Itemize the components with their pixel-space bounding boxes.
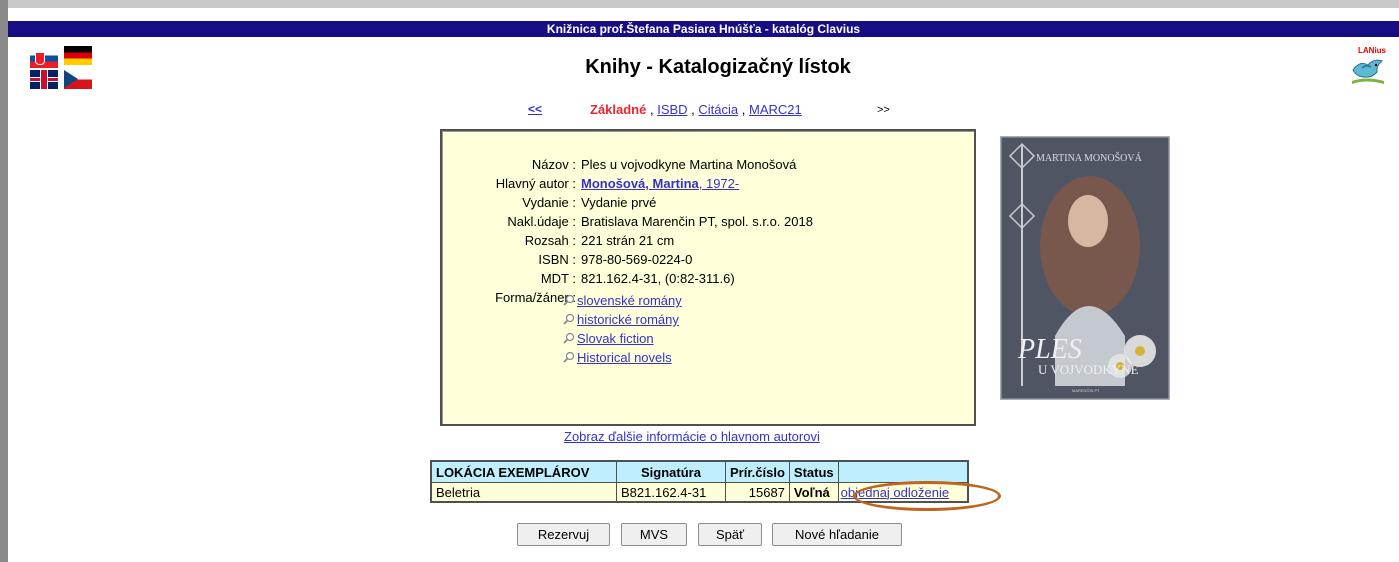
- library-title: Knižnica prof.Štefana Pasiara Hnúšťa - k…: [546, 22, 861, 36]
- book-cover-art: MARTINA MONOŠOVÁ PLES U VOJVODKYNE MAREN…: [998, 134, 1172, 402]
- signature-cell: B821.162.4-31: [616, 482, 726, 503]
- col-accession: Prír.číslo: [725, 460, 790, 483]
- field-mdt: MDT : 821.162.4-31, (0:82-311.6): [540, 271, 735, 286]
- field-label: Vydanie: [522, 195, 569, 210]
- field-label: MDT: [540, 271, 569, 286]
- location-cell: Beletria: [430, 482, 617, 503]
- genre-item: historické romány: [442, 310, 972, 329]
- author-years-link[interactable]: , 1972-: [699, 176, 739, 191]
- magnifier-icon: [563, 313, 575, 325]
- genre-link[interactable]: Slovak fiction: [577, 331, 654, 346]
- field-main-author: Hlavný autor : Monošová, Martina, 1972-: [495, 176, 740, 191]
- genre-item: Historical novels: [442, 348, 972, 367]
- col-status: Status: [788, 460, 839, 483]
- nav-next-link[interactable]: >>: [877, 104, 890, 116]
- table-row: Beletria B821.162.4-31 15687 Voľná objed…: [430, 482, 969, 503]
- status-cell: Voľná: [788, 482, 839, 503]
- page-title: Knihy - Katalogizačný lístok: [585, 56, 851, 78]
- field-value: 821.162.4-31, (0:82-311.6): [581, 271, 735, 286]
- lanius-logo-text: LANius: [1358, 46, 1386, 55]
- window-frame-left: [0, 0, 8, 562]
- cover-title-big: PLES: [1017, 334, 1082, 365]
- tab-basic[interactable]: Základné: [590, 102, 646, 117]
- field-extent: Rozsah : 221 strán 21 cm: [524, 233, 675, 248]
- magnifier-icon: [563, 351, 575, 363]
- field-value: Ples u vojvodkyne Martina Monošová: [581, 157, 797, 172]
- field-isbn: ISBN : 978-80-569-0224-0: [538, 252, 693, 267]
- field-title: Názov : Ples u vojvodkyne Martina Monošo…: [531, 157, 797, 172]
- genre-item: Slovak fiction: [442, 329, 972, 348]
- author-link[interactable]: Monošová, Martina: [581, 176, 699, 191]
- field-label: Názov: [531, 157, 569, 172]
- field-publisher: Nakl.údaje : Bratislava Marenčin PT, spo…: [507, 214, 813, 229]
- tab-citation[interactable]: Citácia: [698, 102, 738, 117]
- reserve-button[interactable]: Rezervuj: [517, 523, 610, 546]
- cover-publisher: MARENČIN PT: [1072, 388, 1100, 393]
- col-signature: Signatúra: [616, 460, 726, 483]
- accession-cell: 15687: [725, 482, 790, 503]
- field-value: Bratislava Marenčin PT, spol. s.r.o. 201…: [581, 214, 813, 229]
- field-label: Hlavný autor: [495, 176, 569, 191]
- genre-item: slovenské romány: [442, 291, 972, 310]
- field-value: Vydanie prvé: [581, 195, 657, 210]
- holdings-table: LOKÁCIA EXEMPLÁROV Signatúra Prír.číslo …: [430, 460, 969, 503]
- genre-link[interactable]: historické romány: [577, 312, 679, 327]
- more-author-info-link[interactable]: Zobraz ďalšie informácie o hlavnom autor…: [564, 429, 820, 444]
- magnifier-icon: [563, 294, 575, 306]
- holdings-header-row: LOKÁCIA EXEMPLÁROV Signatúra Prír.číslo …: [430, 460, 969, 483]
- field-edition: Vydanie : Vydanie prvé: [522, 195, 657, 210]
- tab-isbd[interactable]: ISBD: [657, 102, 687, 117]
- magnifier-icon: [563, 332, 575, 344]
- library-title-bar: Knižnica prof.Štefana Pasiara Hnúšťa - k…: [8, 21, 1399, 37]
- field-label: Rozsah: [524, 233, 569, 248]
- book-cover-image[interactable]: MARTINA MONOŠOVÁ PLES U VOJVODKYNE MAREN…: [998, 134, 1172, 402]
- tab-marc21[interactable]: MARC21: [749, 102, 802, 117]
- order-reservation-link[interactable]: objednaj odloženie: [841, 485, 949, 500]
- genre-link[interactable]: Historical novels: [577, 350, 672, 365]
- cover-author: MARTINA MONOŠOVÁ: [1036, 152, 1143, 164]
- window-frame-top: [0, 0, 1399, 8]
- field-value: 978-80-569-0224-0: [581, 252, 693, 267]
- view-tabs: Základné , ISBD , Citácia , MARC21: [590, 102, 802, 117]
- field-value: 221 strán 21 cm: [581, 233, 675, 248]
- genre-link[interactable]: slovenské romány: [577, 293, 682, 308]
- new-search-button[interactable]: Nové hľadanie: [772, 523, 902, 546]
- catalog-card: Názov : Ples u vojvodkyne Martina Monošo…: [440, 129, 976, 426]
- col-action: [837, 460, 969, 483]
- back-button[interactable]: Späť: [698, 523, 762, 546]
- field-label: ISBN: [538, 252, 569, 267]
- mvs-button[interactable]: MVS: [621, 523, 687, 546]
- col-location: LOKÁCIA EXEMPLÁROV: [430, 460, 617, 483]
- cover-title-small: U VOJVODKYNE: [1038, 362, 1139, 377]
- field-label: Nakl.údaje: [507, 214, 569, 229]
- nav-prev-link[interactable]: <<: [528, 102, 542, 116]
